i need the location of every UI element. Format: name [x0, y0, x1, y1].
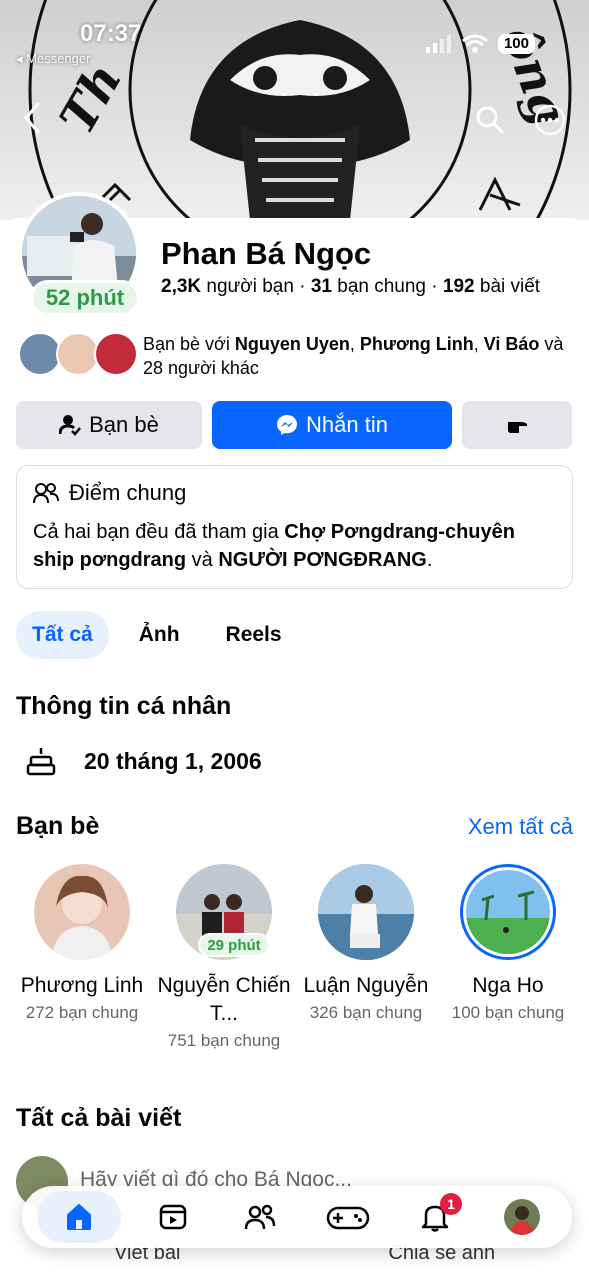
birthday-cake-icon: [26, 748, 56, 776]
signal-icon: [425, 35, 451, 53]
tab-home[interactable]: [36, 1191, 121, 1243]
about-title: Thông tin cá nhân: [16, 692, 232, 720]
tab-reels[interactable]: Reels: [210, 611, 298, 659]
posts-label: bài viết: [479, 276, 541, 297]
active-time-badge: 52 phút: [30, 280, 140, 316]
search-icon: [476, 106, 504, 134]
friend-avatar: [460, 864, 556, 960]
tab-notifications[interactable]: 1: [400, 1191, 470, 1243]
battery-indicator: 100: [497, 34, 535, 54]
birthday-row: 20 tháng 1, 2006: [26, 746, 262, 776]
more-options-button[interactable]: [530, 100, 570, 140]
mutual-sep: ,: [473, 334, 484, 354]
mutual-sep: ,: [349, 334, 360, 354]
mutual-label: bạn chung: [337, 276, 426, 297]
tab-gaming[interactable]: [313, 1191, 383, 1243]
tab-photos[interactable]: Ảnh: [123, 611, 196, 659]
friend-name: Luận Nguyễn: [303, 974, 429, 997]
search-button[interactable]: [470, 100, 510, 140]
mutual-name-1: Nguyen Uyen: [234, 334, 350, 354]
friend-card[interactable]: Phương Linh 272 bạn chung: [12, 864, 152, 1023]
friends-icon: [245, 1204, 276, 1230]
friend-mutual: 326 bạn chung: [309, 1003, 423, 1022]
posts-count: 192: [442, 276, 475, 297]
friend-mutual: 751 bạn chung: [167, 1031, 281, 1050]
mutual-count: 31: [310, 276, 332, 297]
friend-avatar: [34, 864, 130, 960]
bottom-tab-bar: 1: [22, 1186, 572, 1248]
friends-count: 2,3K: [161, 276, 202, 297]
friend-mutual: 272 bạn chung: [25, 1003, 139, 1022]
more-horizontal-icon: [534, 104, 566, 136]
friend-card[interactable]: Nga Ho 100 bạn chung: [438, 864, 578, 1023]
friends-label: người bạn: [206, 276, 294, 297]
mutual-name-2: Phương Linh: [359, 334, 474, 354]
tab-all[interactable]: Tất cả: [16, 611, 109, 659]
messenger-icon: [277, 415, 298, 435]
tab-menu-profile[interactable]: [487, 1191, 557, 1243]
friend-card[interactable]: Luận Nguyễn 326 bạn chung: [296, 864, 436, 1023]
back-button[interactable]: [14, 96, 50, 140]
profile-stats: 2,3K người bạn · 31 bạn chung · 192 bài …: [161, 276, 541, 297]
common-interests-card: Điểm chung Cả hai bạn đều đã tham gia Ch…: [16, 465, 573, 589]
poke-hand-icon: [508, 422, 527, 433]
wifi-icon: [462, 34, 488, 53]
friend-check-icon: [59, 415, 82, 436]
message-button[interactable]: Nhắn tin: [212, 401, 452, 449]
friend-active-badge: 29 phút: [198, 933, 270, 957]
common-text-prefix: Cả hai bạn đều đã tham gia: [33, 521, 285, 543]
cover-photo[interactable]: Th ông 07:37 ◂ Messenger 100: [0, 0, 589, 220]
mutual-friends-text[interactable]: Bạn bè với Nguyen Uyen, Phương Linh, Vi …: [143, 332, 583, 380]
home-icon: [66, 1204, 91, 1230]
see-all-friends-link[interactable]: Xem tất cả: [468, 814, 573, 840]
status-time: 07:37: [80, 20, 142, 47]
tab-friends[interactable]: [225, 1191, 295, 1243]
profile-name: Phan Bá Ngọc: [161, 236, 372, 271]
friends-title: Bạn bè: [16, 812, 100, 840]
common-text-suffix: .: [426, 549, 433, 571]
friend-mutual: 100 bạn chung: [451, 1003, 565, 1022]
profile-content: 52 phút Phan Bá Ngọc 2,3K người bạn · 31…: [0, 192, 589, 1280]
common-text-mid: và: [186, 549, 219, 571]
common-title: Điểm chung: [33, 480, 186, 506]
profile-tabs: Tất cả Ảnh Reels: [16, 611, 298, 659]
friend-avatar: [318, 864, 414, 960]
friend-name: Nga Ho: [472, 974, 544, 997]
notification-badge: 1: [439, 1193, 462, 1215]
tab-video[interactable]: [138, 1191, 208, 1243]
mutual-name-3: Vi Báo: [483, 334, 540, 354]
friend-card[interactable]: Nguyễn Chiến T... 751 bạn chung: [154, 864, 294, 1051]
video-icon: [159, 1204, 187, 1230]
friend-name: Nguyễn Chiến T...: [157, 974, 291, 1025]
mutual-prefix: Bạn bè với: [143, 334, 235, 354]
common-title-label: Điểm chung: [69, 480, 187, 505]
friend-name: Phương Linh: [20, 974, 144, 997]
message-button-label: Nhắn tin: [306, 412, 388, 437]
mutual-friends-avatars[interactable]: [18, 332, 140, 378]
common-text: Cả hai bạn đều đã tham gia Chợ Pơngdrang…: [33, 518, 558, 574]
friends-status-button[interactable]: Bạn bè: [16, 401, 202, 449]
more-actions-button[interactable]: [462, 401, 572, 449]
posts-title: Tất cả bài viết: [16, 1104, 182, 1132]
status-icons: 100: [425, 34, 535, 54]
back-to-messenger-link[interactable]: ◂ Messenger: [16, 51, 90, 67]
user-avatar: [504, 1199, 541, 1235]
friends-button-label: Bạn bè: [89, 412, 159, 437]
chevron-left-icon: [24, 102, 40, 134]
birthday-value: 20 tháng 1, 2006: [84, 747, 262, 774]
people-icon: [33, 483, 59, 504]
gamepad-icon: [326, 1206, 369, 1230]
mutual-avatar: [94, 332, 138, 376]
status-bar: 07:37 ◂ Messenger 100: [0, 0, 589, 70]
common-group-link[interactable]: NGƯỜI PƠNGĐRANG: [218, 549, 427, 571]
